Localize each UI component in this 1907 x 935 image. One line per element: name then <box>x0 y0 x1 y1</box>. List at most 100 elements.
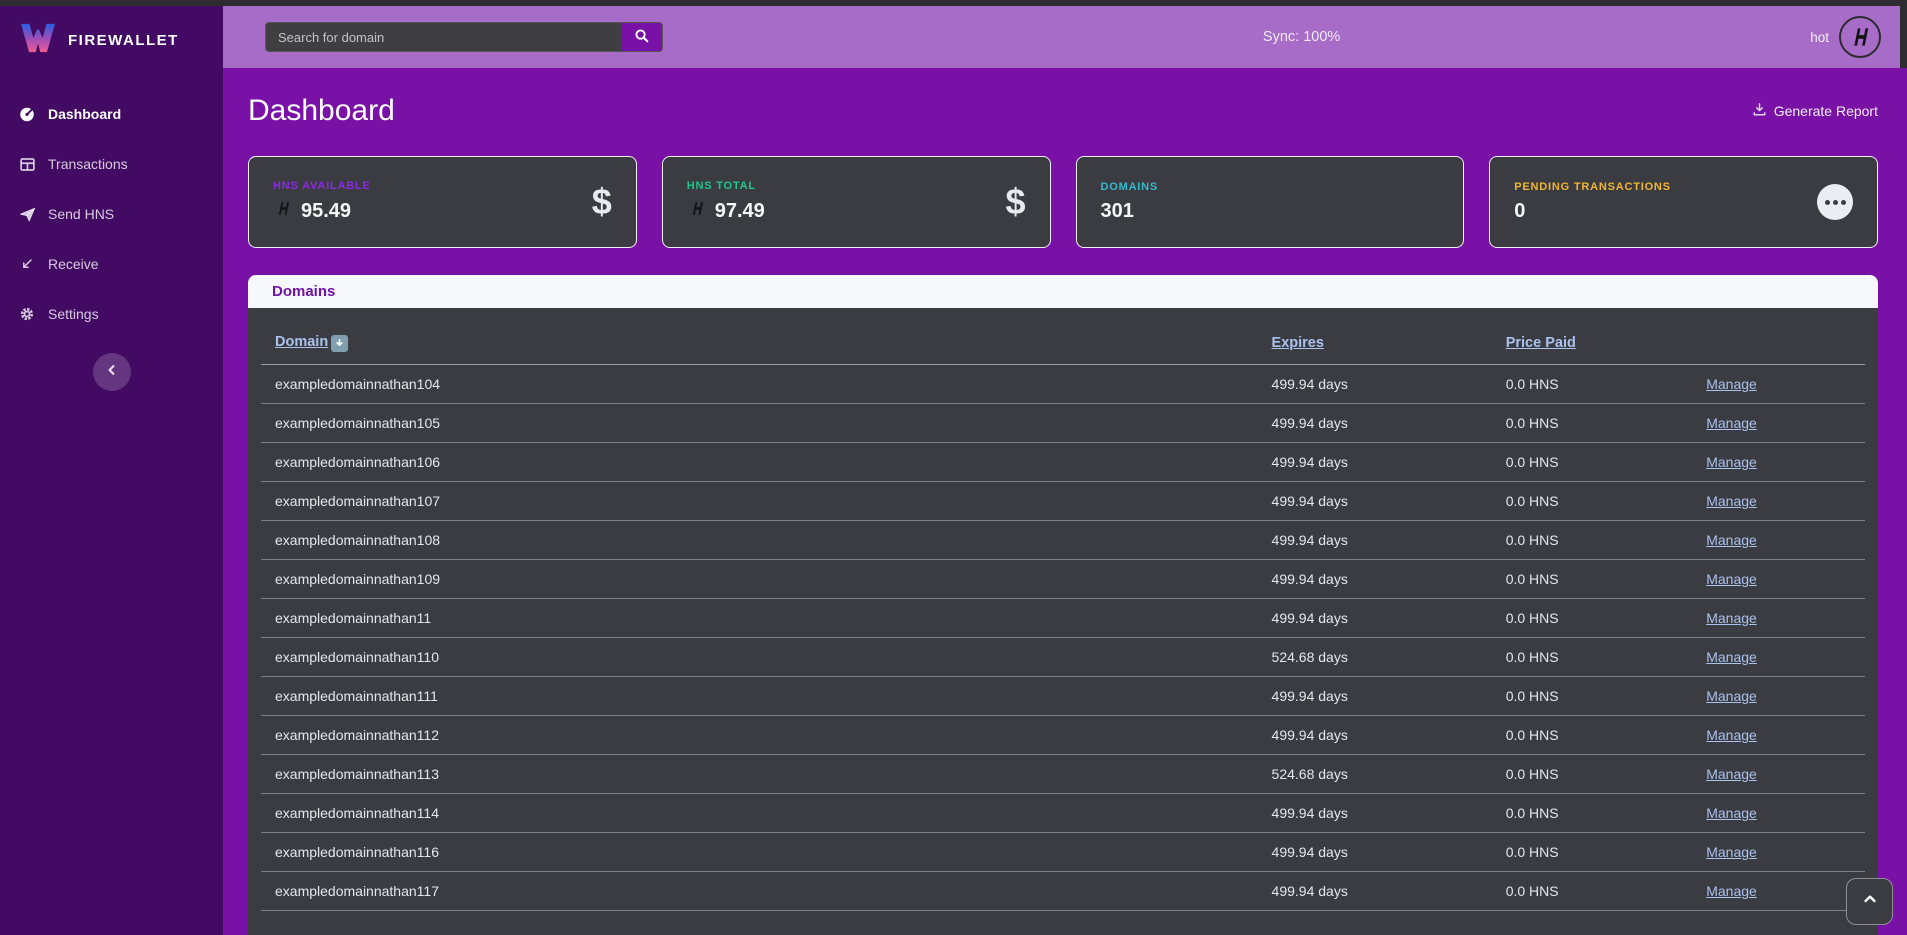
card-hns-total: HNS TOTAL 97.49 $ <box>662 156 1051 248</box>
dollar-icon: $ <box>592 181 612 223</box>
expires-cell: 524.68 days <box>1272 638 1506 677</box>
main-content: Dashboard Generate Report HNS AVAILABLE … <box>223 68 1907 935</box>
expires-cell: 499.94 days <box>1272 872 1506 911</box>
handshake-small-icon <box>273 199 293 224</box>
table-row: exampledomainnathan108 499.94 days 0.0 H… <box>261 521 1865 560</box>
expires-cell: 524.68 days <box>1272 755 1506 794</box>
card-pending-transactions: PENDING TRANSACTIONS 0 <box>1489 156 1878 248</box>
sidebar-item-transactions[interactable]: Transactions <box>0 139 223 189</box>
price-cell: 0.0 HNS <box>1506 794 1707 833</box>
domain-cell: exampledomainnathan106 <box>261 443 1272 482</box>
expires-cell: 499.94 days <box>1272 833 1506 872</box>
domain-cell: exampledomainnathan112 <box>261 716 1272 755</box>
domain-cell: exampledomainnathan111 <box>261 677 1272 716</box>
domain-cell: exampledomainnathan109 <box>261 560 1272 599</box>
expires-cell: 499.94 days <box>1272 521 1506 560</box>
price-cell: 0.0 HNS <box>1506 599 1707 638</box>
price-cell: 0.0 HNS <box>1506 833 1707 872</box>
manage-link[interactable]: Manage <box>1706 532 1757 548</box>
price-cell: 0.0 HNS <box>1506 482 1707 521</box>
sidebar-item-settings[interactable]: Settings <box>0 289 223 339</box>
table-row: exampledomainnathan111 499.94 days 0.0 H… <box>261 677 1865 716</box>
arrow-down-left-icon <box>18 255 36 273</box>
sidebar-collapse-button[interactable] <box>93 353 131 391</box>
expires-cell: 499.94 days <box>1272 560 1506 599</box>
sidebar-item-send-hns[interactable]: Send HNS <box>0 189 223 239</box>
brand[interactable]: FIREWALLET <box>0 0 223 75</box>
page-title: Dashboard <box>248 94 395 128</box>
expires-cell: 499.94 days <box>1272 404 1506 443</box>
search-button[interactable] <box>622 23 662 51</box>
manage-link[interactable]: Manage <box>1706 571 1757 587</box>
table-icon <box>18 155 36 173</box>
manage-link[interactable]: Manage <box>1706 688 1757 704</box>
card-value: 95.49 <box>301 200 351 223</box>
expires-cell: 499.94 days <box>1272 443 1506 482</box>
sidebar-item-label: Settings <box>48 306 99 322</box>
sidebar-item-receive[interactable]: Receive <box>0 239 223 289</box>
column-header-domain[interactable]: Domain <box>261 308 1272 365</box>
manage-link[interactable]: Manage <box>1706 727 1757 743</box>
scroll-to-top-button[interactable] <box>1846 878 1893 925</box>
manage-link[interactable]: Manage <box>1706 454 1757 470</box>
table-row: exampledomainnathan105 499.94 days 0.0 H… <box>261 404 1865 443</box>
domain-cell: exampledomainnathan113 <box>261 755 1272 794</box>
manage-link[interactable]: Manage <box>1706 805 1757 821</box>
sidebar-item-label: Transactions <box>48 156 128 172</box>
price-cell: 0.0 HNS <box>1506 404 1707 443</box>
card-value: 301 <box>1101 200 1134 223</box>
ellipsis-icon[interactable] <box>1817 184 1853 220</box>
manage-link[interactable]: Manage <box>1706 415 1757 431</box>
table-row: exampledomainnathan104 499.94 days 0.0 H… <box>261 365 1865 404</box>
table-row: exampledomainnathan112 499.94 days 0.0 H… <box>261 716 1865 755</box>
domain-cell: exampledomainnathan116 <box>261 833 1272 872</box>
manage-link[interactable]: Manage <box>1706 883 1757 899</box>
domain-cell: exampledomainnathan105 <box>261 404 1272 443</box>
card-value: 0 <box>1514 200 1525 223</box>
manage-link[interactable]: Manage <box>1706 376 1757 392</box>
expires-cell: 499.94 days <box>1272 365 1506 404</box>
sort-descending-icon <box>331 335 348 352</box>
column-header-price-paid[interactable]: Price Paid <box>1506 308 1707 365</box>
download-icon <box>1752 102 1767 120</box>
sidebar: FIREWALLET Dashboard Transactions Send H… <box>0 0 223 935</box>
manage-link[interactable]: Manage <box>1706 610 1757 626</box>
domain-cell: exampledomainnathan107 <box>261 482 1272 521</box>
handshake-logo-button[interactable] <box>1839 16 1881 58</box>
gauge-icon <box>18 105 36 123</box>
domains-table: Domain Expires Price Paid exampledomainn… <box>261 308 1865 911</box>
domain-cell: exampledomainnathan114 <box>261 794 1272 833</box>
column-header-expires[interactable]: Expires <box>1272 308 1506 365</box>
domain-cell: exampledomainnathan104 <box>261 365 1272 404</box>
price-cell: 0.0 HNS <box>1506 677 1707 716</box>
price-cell: 0.0 HNS <box>1506 638 1707 677</box>
domain-cell: exampledomainnathan110 <box>261 638 1272 677</box>
sidebar-item-dashboard[interactable]: Dashboard <box>0 89 223 139</box>
column-header-actions <box>1706 308 1865 365</box>
generate-report-button[interactable]: Generate Report <box>1752 102 1878 120</box>
search-input[interactable] <box>266 23 622 51</box>
manage-link[interactable]: Manage <box>1706 766 1757 782</box>
expires-cell: 499.94 days <box>1272 599 1506 638</box>
manage-link[interactable]: Manage <box>1706 844 1757 860</box>
table-row: exampledomainnathan109 499.94 days 0.0 H… <box>261 560 1865 599</box>
brand-name: FIREWALLET <box>68 32 179 49</box>
price-cell: 0.0 HNS <box>1506 716 1707 755</box>
stat-cards: HNS AVAILABLE 95.49 $ HNS TOTAL 97.49 <box>248 156 1878 248</box>
manage-link[interactable]: Manage <box>1706 649 1757 665</box>
table-row: exampledomainnathan113 524.68 days 0.0 H… <box>261 755 1865 794</box>
manage-link[interactable]: Manage <box>1706 493 1757 509</box>
sync-status: Sync: 100% <box>663 29 1810 45</box>
sidebar-item-label: Receive <box>48 256 99 272</box>
expires-cell: 499.94 days <box>1272 794 1506 833</box>
search-icon <box>634 28 650 47</box>
card-label: HNS TOTAL <box>687 180 765 192</box>
domain-cell: exampledomainnathan11 <box>261 599 1272 638</box>
domain-cell: exampledomainnathan108 <box>261 521 1272 560</box>
card-label: PENDING TRANSACTIONS <box>1514 181 1671 193</box>
chevron-up-icon <box>1862 891 1878 912</box>
generate-report-label: Generate Report <box>1774 103 1878 119</box>
card-label: HNS AVAILABLE <box>273 180 371 192</box>
window-right-strip <box>1900 0 1907 68</box>
price-cell: 0.0 HNS <box>1506 755 1707 794</box>
